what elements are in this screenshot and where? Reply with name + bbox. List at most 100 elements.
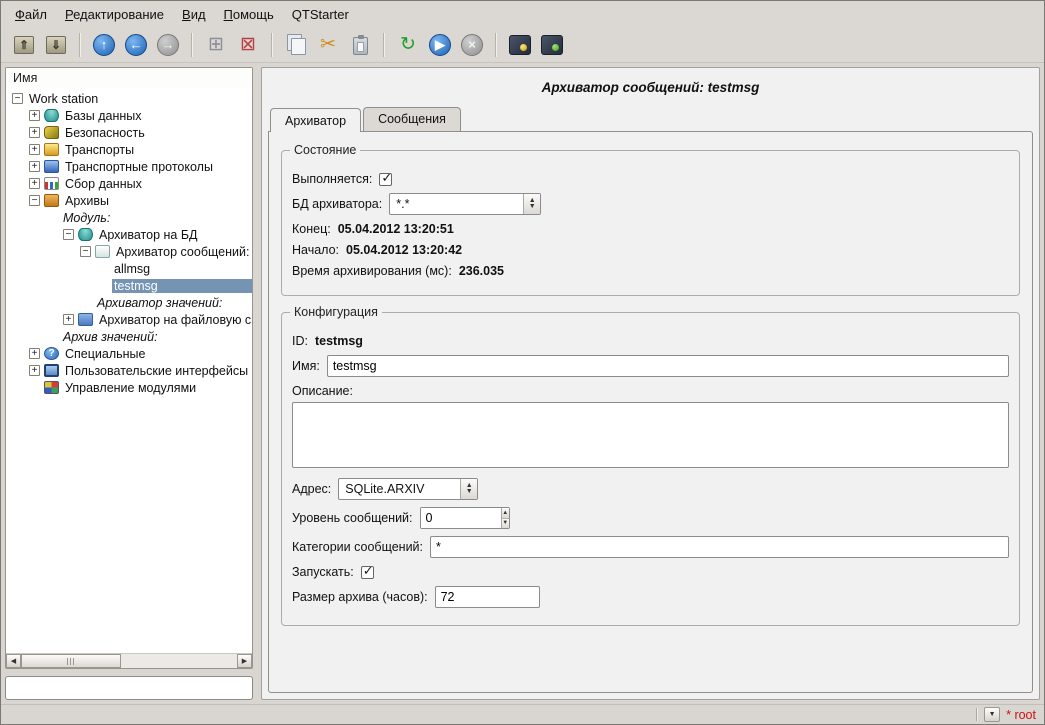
expand-icon[interactable]: +: [29, 348, 40, 359]
horizontal-scrollbar[interactable]: [6, 653, 252, 668]
menu-item[interactable]: Вид: [174, 3, 214, 26]
expand-icon[interactable]: +: [29, 178, 40, 189]
tree-item[interactable]: +Специальные: [6, 345, 252, 362]
copy-item-button[interactable]: [281, 30, 311, 60]
menu-item[interactable]: Помощь: [216, 3, 282, 26]
archiver-db-combobox[interactable]: *.*: [389, 193, 541, 215]
expander-spacer: [29, 382, 40, 393]
tree-item[interactable]: Управление модулями: [6, 379, 252, 396]
paste-item-button[interactable]: [345, 30, 375, 60]
archive-size-row: Размер архива (часов):: [292, 586, 1009, 608]
transport-icon: [44, 143, 59, 156]
tab-content: Состояние Выполняется: БД архиватора: *.…: [268, 131, 1033, 693]
menu-item[interactable]: Файл: [7, 3, 55, 26]
tree-panel: Имя −Work station+Базы данных+Безопаснос…: [5, 67, 253, 669]
tree-item[interactable]: +Архиватор на файловую систему: [6, 311, 252, 328]
qtcfg-launch-button[interactable]: [505, 30, 535, 60]
tree-item[interactable]: −Архиватор на БД: [6, 226, 252, 243]
tree-item[interactable]: +Базы данных: [6, 107, 252, 124]
back-button[interactable]: ←: [121, 30, 151, 60]
collapse-icon[interactable]: −: [29, 195, 40, 206]
expand-icon[interactable]: +: [29, 110, 40, 121]
stop-updating-button[interactable]: ×: [457, 30, 487, 60]
collapse-icon[interactable]: −: [63, 229, 74, 240]
tree-item[interactable]: Архиватор значений:: [6, 294, 252, 311]
end-label: Конец:: [292, 222, 331, 236]
spin-up-icon[interactable]: [502, 508, 509, 519]
scroll-left-icon[interactable]: [6, 654, 21, 668]
tree-item[interactable]: testmsg: [6, 277, 252, 294]
message-categories-input[interactable]: [430, 536, 1009, 558]
start-row: Запускать:: [292, 565, 1009, 579]
archiving-time-value: 236.035: [459, 264, 504, 278]
delete-item-button[interactable]: ⊠: [233, 30, 263, 60]
expand-icon[interactable]: +: [29, 144, 40, 155]
cut-item-button[interactable]: ✂: [313, 30, 343, 60]
daq-icon: [44, 177, 59, 190]
up-level-button[interactable]: ↑: [89, 30, 119, 60]
spin-down-icon[interactable]: [502, 519, 509, 529]
expander-spacer: [46, 331, 57, 342]
vision-launch-icon: [541, 35, 563, 55]
load-from-db-button[interactable]: ⇑: [9, 30, 39, 60]
start-updating-button[interactable]: ▶: [425, 30, 455, 60]
expand-icon[interactable]: +: [29, 161, 40, 172]
tree-item[interactable]: + Пользовательские интерфейсы: [6, 362, 252, 379]
tree-item-label: Work station: [27, 92, 252, 106]
user-dropdown-icon[interactable]: [984, 707, 1000, 722]
tree-item[interactable]: +Транспорты: [6, 141, 252, 158]
tree-item[interactable]: −Work station: [6, 90, 252, 107]
scroll-right-icon[interactable]: [237, 654, 252, 668]
forward-button[interactable]: →: [153, 30, 183, 60]
tree-item[interactable]: −Архивы: [6, 192, 252, 209]
name-row: Имя:: [292, 355, 1009, 377]
current-user[interactable]: * root: [1006, 708, 1036, 722]
id-label: ID:: [292, 334, 308, 348]
tree-item[interactable]: +Безопасность: [6, 124, 252, 141]
splitter[interactable]: [253, 67, 261, 700]
name-input[interactable]: [327, 355, 1009, 377]
expand-icon[interactable]: +: [29, 365, 40, 376]
tree-filter-input[interactable]: [5, 676, 253, 700]
add-item-button[interactable]: ⊞: [201, 30, 231, 60]
scrollbar-thumb[interactable]: [21, 654, 121, 668]
tree-item[interactable]: Архив значений:: [6, 328, 252, 345]
copy-item-icon: [291, 38, 306, 55]
up-level-icon: ↑: [93, 34, 115, 56]
categories-row: Категории сообщений:: [292, 536, 1009, 558]
collapse-icon[interactable]: −: [12, 93, 23, 104]
tree-item[interactable]: +Сбор данных: [6, 175, 252, 192]
message-level-spinbox[interactable]: [420, 507, 510, 529]
tree-item[interactable]: allmsg: [6, 260, 252, 277]
start-updating-icon: ▶: [429, 34, 451, 56]
message-level-input[interactable]: [421, 508, 501, 528]
tree-item[interactable]: − Архиватор сообщений:: [6, 243, 252, 260]
vision-launch-button[interactable]: [537, 30, 567, 60]
tree-item-label: Пользовательские интерфейсы: [63, 364, 252, 378]
combobox-arrows-icon[interactable]: [523, 194, 540, 214]
tree-item[interactable]: +Транспортные протоколы: [6, 158, 252, 175]
stop-updating-icon: ×: [461, 34, 483, 56]
tree-item[interactable]: Модуль:: [6, 209, 252, 226]
start-checkbox[interactable]: [361, 566, 374, 579]
cut-item-icon: ✂: [320, 35, 336, 54]
tab-messages[interactable]: Сообщения: [363, 107, 461, 131]
expand-icon[interactable]: +: [29, 127, 40, 138]
collapse-icon[interactable]: −: [80, 246, 91, 257]
refresh-button[interactable]: ↻: [393, 30, 423, 60]
expander-spacer: [46, 212, 57, 223]
combobox-arrows-icon[interactable]: [460, 479, 477, 499]
start-label: Запускать:: [292, 565, 354, 579]
expand-icon[interactable]: +: [63, 314, 74, 325]
menu-item[interactable]: QTStarter: [284, 3, 357, 26]
save-to-db-button[interactable]: ⇓: [41, 30, 71, 60]
tree-item-label: Архиватор сообщений:: [114, 245, 252, 259]
scrollbar-track[interactable]: [121, 654, 237, 668]
address-combobox[interactable]: SQLite.ARXIV: [338, 478, 478, 500]
running-checkbox[interactable]: [379, 173, 392, 186]
application-window: ФайлРедактированиеВидПомощьQTStarter ⇑⇓ ↑…: [0, 0, 1045, 725]
menu-item[interactable]: Редактирование: [57, 3, 172, 26]
tab-archiver[interactable]: Архиватор: [270, 108, 361, 132]
description-textarea[interactable]: [292, 402, 1009, 468]
archive-size-input[interactable]: [435, 586, 540, 608]
